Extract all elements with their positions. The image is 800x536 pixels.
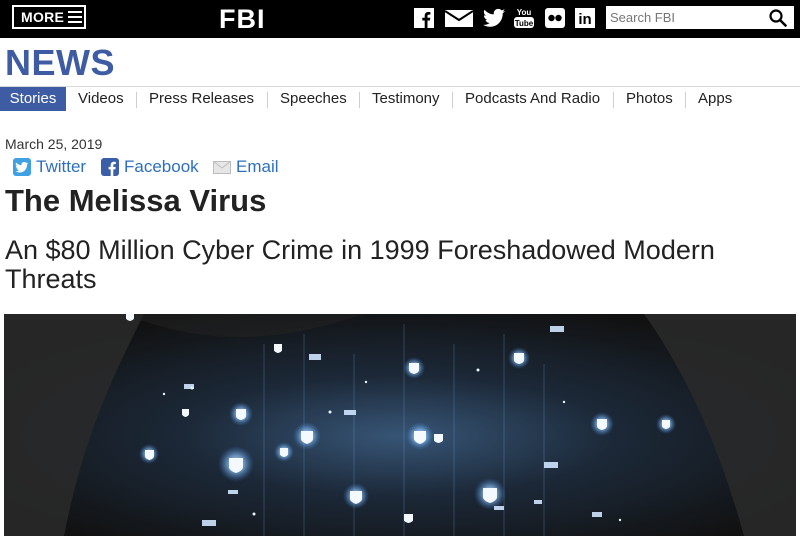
share-email-label: Email xyxy=(236,157,279,176)
nav-divider xyxy=(685,92,686,108)
nav-divider xyxy=(359,92,360,108)
hero-image xyxy=(4,314,796,536)
nav-divider xyxy=(267,92,268,108)
youtube-icon[interactable]: You Tube xyxy=(513,8,535,28)
nav-tab-stories[interactable]: Stories xyxy=(0,87,66,111)
share-twitter-label: Twitter xyxy=(36,157,87,176)
email-icon[interactable] xyxy=(444,8,474,28)
search-box xyxy=(606,6,794,29)
more-menu-button[interactable]: MORE xyxy=(12,5,86,29)
section-title[interactable]: NEWS xyxy=(5,43,115,83)
nav-tab-videos[interactable]: Videos xyxy=(78,87,124,111)
nav-tab-testimony[interactable]: Testimony xyxy=(372,87,440,111)
top-bar: MORE FBI You Tube in xyxy=(0,0,800,38)
article-date: March 25, 2019 xyxy=(5,136,103,152)
article-title: The Melissa Virus xyxy=(5,183,267,218)
facebook-icon xyxy=(101,158,119,176)
nav-tab-speeches[interactable]: Speeches xyxy=(280,87,347,111)
facebook-icon[interactable] xyxy=(414,8,434,28)
search-icon[interactable] xyxy=(769,9,787,27)
nav-tab-podcasts-and-radio[interactable]: Podcasts And Radio xyxy=(465,87,600,111)
article-subtitle: An $80 Million Cyber Crime in 1999 Fores… xyxy=(5,235,715,294)
hamburger-icon xyxy=(68,11,83,23)
nav-divider xyxy=(452,92,453,108)
nav-tab-photos[interactable]: Photos xyxy=(626,87,673,111)
share-facebook-label: Facebook xyxy=(124,157,199,176)
search-input[interactable] xyxy=(610,8,760,26)
nav-tab-press-releases[interactable]: Press Releases xyxy=(149,87,254,111)
more-label: MORE xyxy=(21,9,65,25)
nav-divider xyxy=(613,92,614,108)
twitter-icon[interactable] xyxy=(483,8,505,28)
nav-divider xyxy=(136,92,137,108)
fbi-logo[interactable]: FBI xyxy=(219,4,266,34)
twitter-icon xyxy=(13,158,31,176)
svg-text:You: You xyxy=(517,8,532,17)
svg-text:Tube: Tube xyxy=(515,19,534,28)
email-icon xyxy=(213,158,231,176)
svg-text:in: in xyxy=(578,11,591,28)
flickr-icon[interactable] xyxy=(545,8,565,28)
nav-tab-apps[interactable]: Apps xyxy=(698,87,732,111)
news-nav: Stories Videos Press Releases Speeches T… xyxy=(0,86,800,113)
linkedin-icon[interactable]: in xyxy=(575,8,595,28)
